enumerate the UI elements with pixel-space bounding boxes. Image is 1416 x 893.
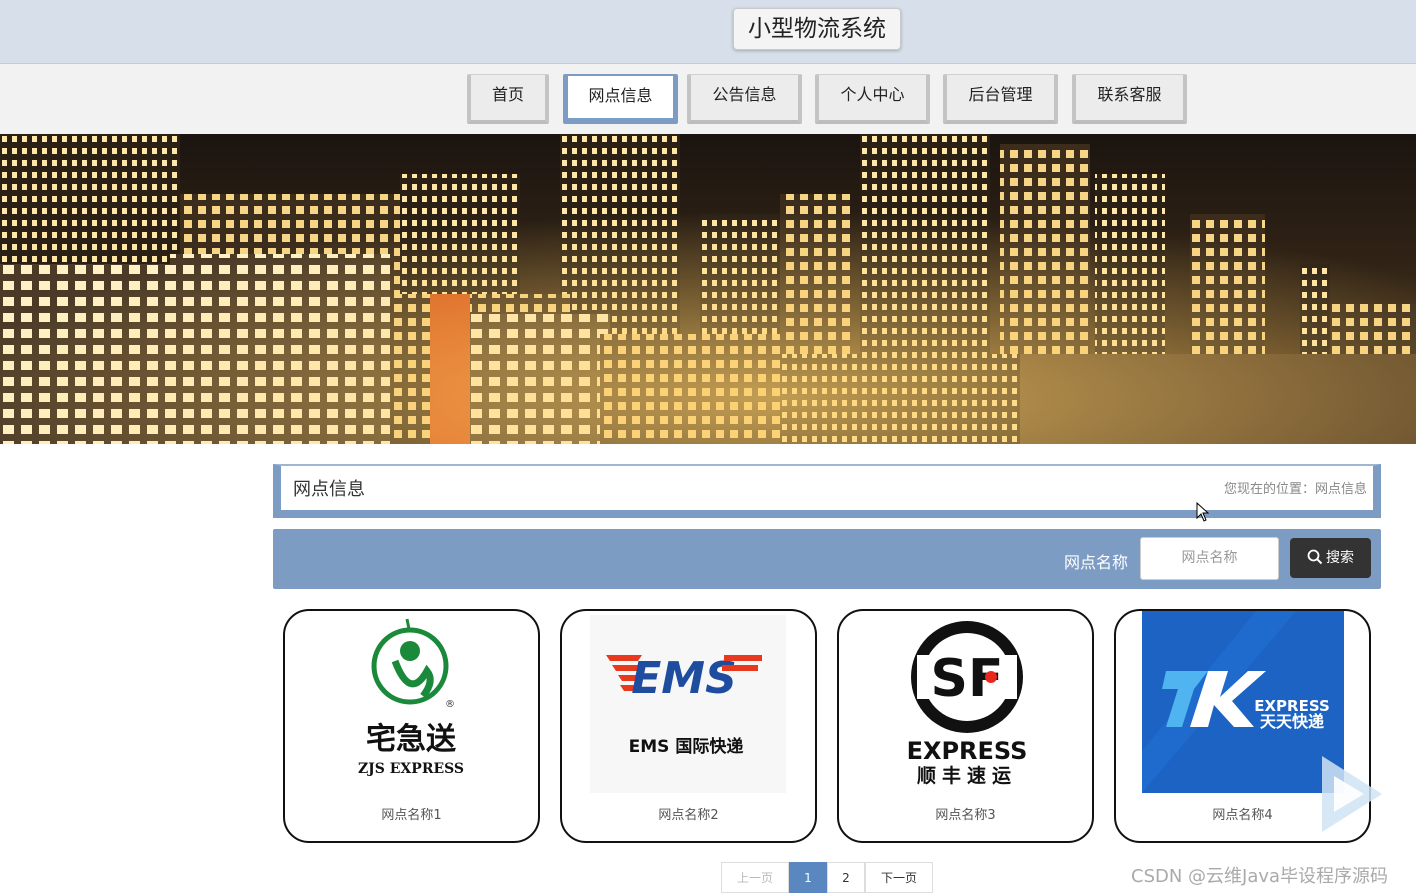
mouse-cursor-icon <box>1196 502 1210 522</box>
section-title: 网点信息 <box>293 479 365 500</box>
play-overlay-icon <box>1322 756 1382 832</box>
outlet-name: 网点名称3 <box>935 808 996 823</box>
banner-carousel[interactable] <box>0 134 1416 444</box>
ems-logo: EMS EMS 国际快递 <box>590 615 786 793</box>
search-input[interactable]: 网点名称 <box>1140 537 1279 580</box>
svg-text:ZJS EXPRESS: ZJS EXPRESS <box>358 761 464 777</box>
watermark: CSDN @云维Java毕设程序源码 <box>1131 866 1389 887</box>
outlet-name: 网点名称2 <box>658 808 719 823</box>
pagination-page-2[interactable]: 2 <box>827 862 865 893</box>
pagination-next[interactable]: 下一页 <box>865 862 933 893</box>
nav-home[interactable]: 首页 <box>467 74 549 124</box>
nav-announcements[interactable]: 公告信息 <box>687 74 802 124</box>
nav-customer-service[interactable]: 联系客服 <box>1072 74 1187 124</box>
outlet-card-2[interactable]: EMS EMS 国际快递 网点名称2 <box>560 609 817 843</box>
search-button[interactable]: 搜索 <box>1290 538 1371 578</box>
svg-text:EMS 国际快递: EMS 国际快递 <box>629 736 744 757</box>
search-icon <box>1307 549 1323 565</box>
city-skyline-image <box>0 134 1416 444</box>
nav-outlets[interactable]: 网点信息 <box>563 74 678 124</box>
main-nav: 首页 网点信息 公告信息 个人中心 后台管理 联系客服 <box>0 64 1416 134</box>
outlet-card-3[interactable]: SF EXPRESS 顺丰速运 网点名称3 <box>837 609 1094 843</box>
search-label: 网点名称 <box>1064 553 1129 572</box>
site-title: 小型物流系统 <box>733 8 901 50</box>
zjs-logo: ® 宅急送 ZJS EXPRESS <box>358 618 464 777</box>
nav-admin[interactable]: 后台管理 <box>943 74 1058 124</box>
breadcrumb: 您现在的位置：网点信息 <box>1223 482 1367 497</box>
sf-express-logo: SF EXPRESS 顺丰速运 <box>907 621 1028 787</box>
svg-text:天天快递: 天天快递 <box>1260 712 1324 731</box>
section-header: 网点信息 您现在的位置：网点信息 <box>273 464 1381 518</box>
svg-text:顺丰速运: 顺丰速运 <box>917 764 1017 787</box>
svg-text:®: ® <box>445 699 455 710</box>
outlet-name: 网点名称1 <box>381 808 442 823</box>
pagination-prev[interactable]: 上一页 <box>721 862 789 893</box>
search-bar: 网点名称 网点名称 搜索 <box>273 529 1381 589</box>
site-header: 小型物流系统 <box>0 0 1416 64</box>
outlet-card-1[interactable]: ® 宅急送 ZJS EXPRESS 网点名称1 <box>283 609 540 843</box>
pagination-page-1[interactable]: 1 <box>789 862 827 893</box>
svg-text:EXPRESS: EXPRESS <box>907 737 1028 765</box>
svg-text:宅急送: 宅急送 <box>366 722 456 757</box>
svg-text:EMS: EMS <box>631 653 737 704</box>
nav-personal-center[interactable]: 个人中心 <box>815 74 930 124</box>
search-button-label: 搜索 <box>1326 550 1354 566</box>
